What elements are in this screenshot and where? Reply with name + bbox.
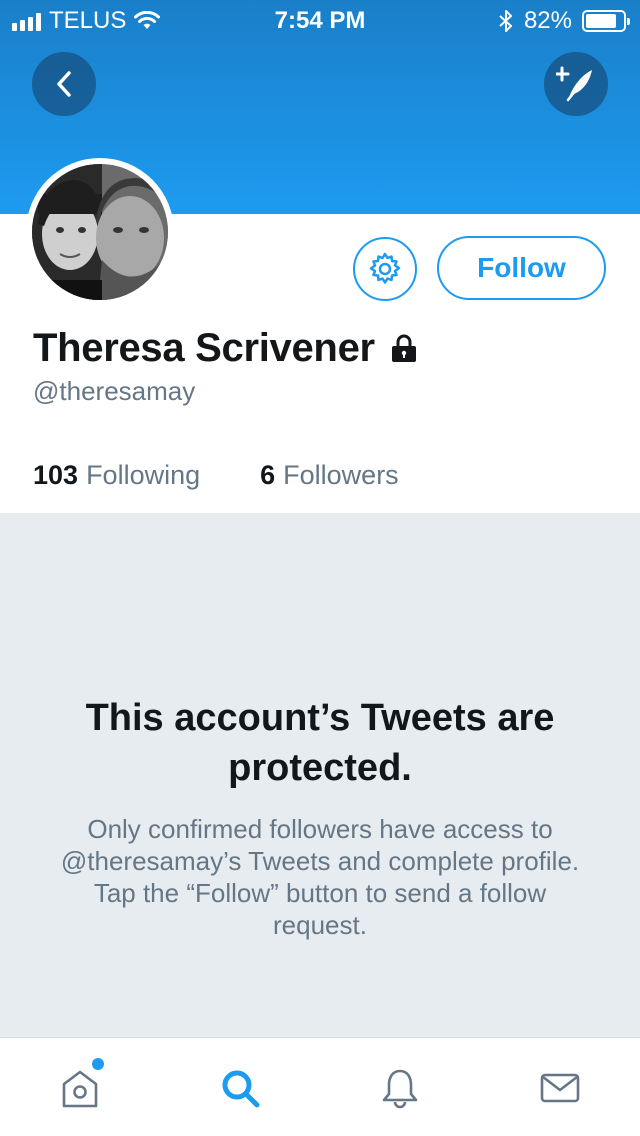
- tab-messages[interactable]: [534, 1062, 586, 1114]
- status-bar: TELUS 7:54 PM 82%: [0, 0, 640, 40]
- compose-tweet-button[interactable]: [544, 52, 608, 116]
- avatar-photo: [32, 164, 168, 300]
- followers-label: Followers: [283, 460, 399, 490]
- bluetooth-icon: [499, 10, 512, 32]
- protected-title: This account’s Tweets are protected.: [85, 697, 555, 789]
- search-icon: [222, 1070, 260, 1108]
- tab-home[interactable]: [54, 1058, 106, 1114]
- profile-stats: 103 Following 6 Followers: [33, 460, 399, 491]
- gear-icon: [369, 252, 401, 284]
- display-name: Theresa Scrivener: [33, 326, 375, 370]
- following-count: 103: [33, 460, 79, 490]
- back-button[interactable]: [32, 52, 96, 116]
- settings-button[interactable]: [353, 237, 417, 301]
- battery-percent: 82%: [523, 7, 572, 34]
- protected-tweets-panel: This account’s Tweets are protected. Onl…: [0, 513, 640, 1037]
- tab-search[interactable]: [214, 1062, 266, 1114]
- chevron-left-icon: [57, 71, 71, 97]
- handle: @theresamay: [33, 376, 196, 406]
- lock-icon: [391, 334, 416, 362]
- followers-stat[interactable]: 6 Followers: [260, 460, 399, 491]
- mail-icon: [540, 1073, 580, 1103]
- compose-tweet-icon: [556, 66, 592, 102]
- tab-bar: [0, 1037, 640, 1136]
- followers-count: 6: [260, 460, 276, 490]
- avatar[interactable]: [26, 158, 174, 306]
- follow-button[interactable]: Follow: [437, 236, 606, 300]
- home-icon: [62, 1070, 98, 1108]
- notification-dot: [92, 1058, 104, 1070]
- profile-name-row: Theresa Scrivener: [33, 326, 419, 371]
- tab-notifications[interactable]: [374, 1062, 426, 1114]
- battery-icon: [582, 10, 630, 32]
- protected-description: Only confirmed followers have access to …: [60, 814, 580, 940]
- following-stat[interactable]: 103 Following: [33, 460, 200, 491]
- bell-icon: [382, 1069, 418, 1109]
- following-label: Following: [86, 460, 201, 490]
